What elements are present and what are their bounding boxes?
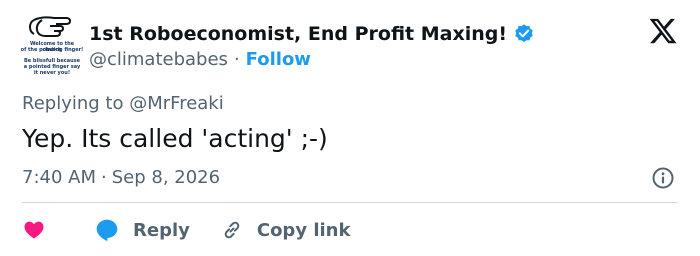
author-name-row: 1st Roboeconomist, End Profit Maxing! [89, 22, 535, 46]
heart-icon [24, 221, 44, 239]
copy-link-label: Copy link [256, 219, 351, 241]
reply-label: Reply [133, 219, 190, 241]
author-display-name[interactable]: 1st Roboeconomist, End Profit Maxing! [89, 23, 507, 45]
tweet-date: Sep 8, 2026 [111, 167, 221, 188]
author-handle[interactable]: @climatebabes [89, 49, 228, 70]
info-icon[interactable] [651, 166, 675, 190]
replying-prefix: Replying to [22, 93, 124, 114]
like-button[interactable] [22, 218, 46, 242]
tweet-time: 7:40 AM [22, 167, 96, 188]
reply-button[interactable]: Reply [94, 217, 190, 243]
handle-separator: · [233, 48, 240, 70]
pointing-finger-icon [28, 16, 72, 37]
avatar[interactable]: Welcome to the church of the pointing fi… [20, 14, 84, 78]
divider [22, 202, 678, 203]
verified-badge-icon [513, 23, 535, 45]
tweet-card: Welcome to the church of the pointing fi… [0, 0, 700, 256]
link-icon [224, 221, 240, 239]
action-bar: Reply Copy link [22, 215, 350, 245]
chat-bubble-icon [96, 219, 118, 242]
replying-to-line: Replying to @MrFreaki [22, 93, 224, 114]
replying-to-mention[interactable]: @MrFreaki [129, 93, 224, 114]
author-handle-row: @climatebabes · Follow [89, 48, 311, 70]
avatar-text-line: it never you! [33, 70, 71, 76]
tweet-text: Yep. Its called 'acting' ;-) [22, 124, 328, 153]
follow-button[interactable]: Follow [246, 49, 311, 70]
timestamp-separator: · [101, 167, 107, 188]
x-logo-icon[interactable] [648, 16, 678, 46]
copy-link-button[interactable]: Copy link [220, 218, 351, 242]
tweet-timestamp[interactable]: 7:40 AM · Sep 8, 2026 [22, 167, 220, 188]
avatar-text-line: of the pointing finger! [20, 47, 84, 53]
